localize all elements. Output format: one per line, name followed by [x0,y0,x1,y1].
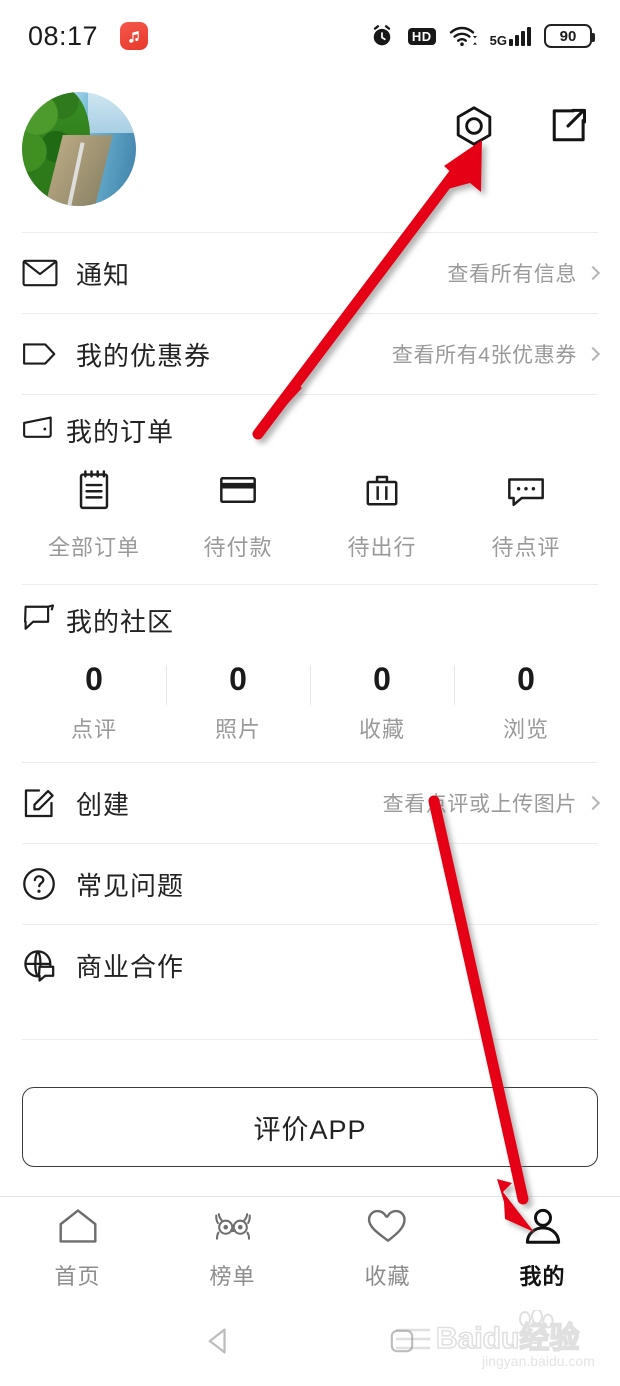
home-icon [57,1207,99,1250]
orders-header[interactable]: 我的订单 [22,395,598,465]
rate-app-section: 评价APP [0,1087,620,1167]
envelope-icon [22,258,66,288]
tab-home[interactable]: 首页 [0,1197,155,1300]
order-tab-all[interactable]: 全部订单 [22,469,166,562]
globe-chat-icon [22,948,66,982]
row-action-label: 查看所有信息 [447,263,577,286]
chevron-right-icon [585,795,601,811]
row-label: 创建 [76,789,131,820]
order-tab-label: 全部订单 [47,535,140,560]
person-icon [523,1207,563,1250]
tab-label: 榜单 [209,1263,256,1289]
tab-favorites[interactable]: 收藏 [310,1197,465,1300]
row-action-label: 查看所有4张优惠券 [391,344,577,367]
tab-label: 首页 [54,1263,101,1289]
stat-value: 0 [85,661,103,697]
share-external-icon[interactable] [542,100,594,152]
orders-title: 我的订单 [66,416,175,447]
order-tab-label: 待出行 [347,535,417,560]
row-label: 商业合作 [76,951,185,982]
stat-label: 点评 [70,717,117,742]
row-create[interactable]: 创建 查看点评或上传图片 [0,763,620,843]
row-business[interactable]: 商业合作 [0,925,620,1005]
avatar[interactable] [22,92,136,206]
row-action[interactable]: 查看点评或上传图片 [382,788,601,818]
order-tab-unpaid[interactable]: 待付款 [166,469,310,562]
orders-grid: 全部订单 待付款 待出行 待点评 [22,465,598,584]
network-type-label: 5G [489,33,507,48]
row-label: 通知 [76,259,131,290]
row-action[interactable]: 查看所有4张优惠券 [391,339,601,369]
rate-app-button[interactable]: 评价APP [22,1087,598,1167]
home-square-icon[interactable] [387,1326,417,1361]
stat-favorites[interactable]: 0 收藏 [310,661,454,744]
tab-mine[interactable]: 我的 [465,1197,620,1300]
stat-value: 0 [373,661,391,697]
profile-header [0,72,620,232]
order-tab-review[interactable]: 待点评 [454,469,598,562]
order-tab-label: 待付款 [203,535,273,560]
signal-bars-icon [509,26,531,46]
status-bar-time: 08:17 [28,20,99,51]
stat-value: 0 [517,661,535,697]
question-circle-icon [22,867,66,901]
android-nav-bar [0,1300,620,1386]
row-label: 我的优惠券 [76,340,212,371]
coupon-tag-icon [22,341,66,367]
credit-card-icon [218,469,258,516]
alarm-clock-icon [373,25,391,46]
order-tab-label: 待点评 [491,535,561,560]
cellular-signal: 5G [489,26,531,48]
battery-indicator: 90 [544,24,595,48]
community-stats: 0 点评 0 照片 0 收藏 0 浏览 [22,655,598,762]
stat-reviews[interactable]: 0 点评 [22,661,166,744]
hd-badge: HD [407,27,436,45]
status-bar-indicators: HD 5G 90 [369,23,595,49]
settings-hexagon-icon[interactable] [448,100,500,152]
status-bar: 08:17 HD 5G 90 [0,0,620,72]
owl-ranking-icon [210,1207,256,1250]
divider [22,1039,598,1040]
community-section: 我的社区 0 点评 0 照片 0 收藏 0 浏览 [0,585,620,762]
bottom-tab-bar: 首页 榜单 收藏 我的 [0,1196,620,1300]
tab-ranking[interactable]: 榜单 [155,1197,310,1300]
back-triangle-icon[interactable] [203,1324,237,1363]
chevron-right-icon [585,346,601,362]
music-note-icon [120,22,149,50]
battery-level: 90 [559,27,577,45]
stat-views[interactable]: 0 浏览 [454,661,598,744]
stat-photos[interactable]: 0 照片 [166,661,310,744]
stat-label: 浏览 [502,717,549,742]
wallet-icon [22,414,56,447]
edit-square-icon [22,786,66,820]
heart-icon [366,1207,410,1250]
row-action[interactable]: 查看所有信息 [447,258,601,288]
wifi-icon [449,26,477,46]
app-screen: 08:17 HD 5G 90 通知 查看所有信息 我的优惠券 查看所有4张优惠券… [0,0,620,1386]
tab-label: 我的 [519,1263,566,1289]
row-faq[interactable]: 常见问题 [0,844,620,924]
orders-section: 我的订单 全部订单 待付款 待出行 待点评 [0,395,620,584]
stat-label: 收藏 [358,717,405,742]
row-coupons[interactable]: 我的优惠券 查看所有4张优惠券 [0,314,620,394]
row-notifications[interactable]: 通知 查看所有信息 [0,233,620,313]
briefcase-icon [363,469,401,516]
row-action-label: 查看点评或上传图片 [382,793,577,816]
comment-dots-icon [505,469,547,516]
community-header[interactable]: 我的社区 [22,585,598,655]
clipboard-icon [75,469,113,516]
order-tab-upcoming[interactable]: 待出行 [310,469,454,562]
stat-value: 0 [229,661,247,697]
row-label: 常见问题 [76,870,185,901]
chevron-right-icon [585,265,601,281]
speech-bubble-icon [22,603,56,638]
profile-actions [448,100,594,152]
community-title: 我的社区 [66,606,175,637]
stat-label: 照片 [214,717,261,742]
tab-label: 收藏 [364,1263,411,1289]
